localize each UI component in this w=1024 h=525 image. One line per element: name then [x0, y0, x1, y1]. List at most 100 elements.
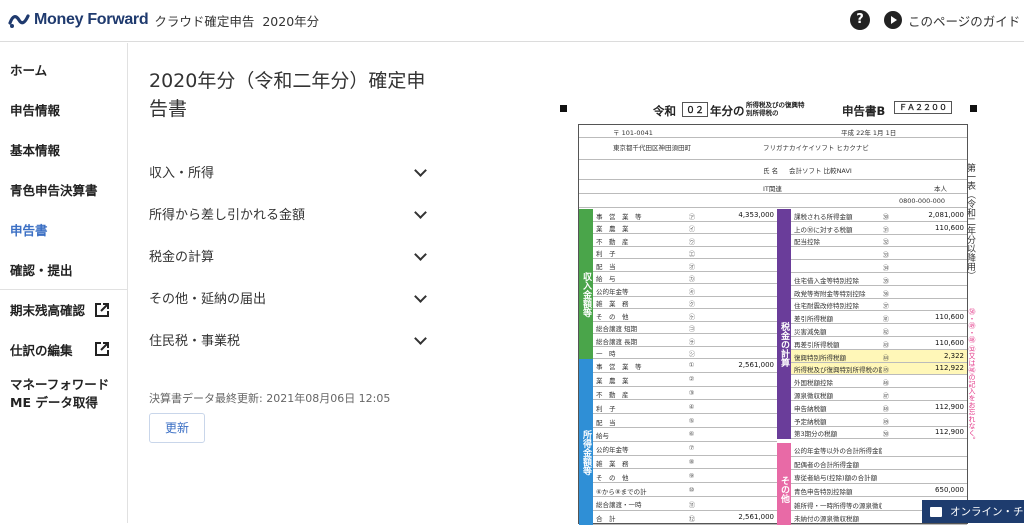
section-deductions[interactable]: 所得から差し引かれる金額 [149, 192, 429, 234]
form-line-row: 政党等寄附金等特別控除㊱ [791, 286, 967, 299]
tax-form-preview[interactable]: 令和 ０２ 年分の 所得税及びの復興特別所得税の 申告書B ＦＡ２２００ 〒 1… [556, 100, 982, 525]
form-line-row: 不 動 産㋒ [593, 234, 777, 247]
chevron-down-icon [414, 332, 427, 345]
form-line-row: 業 農 業 ② [593, 373, 777, 387]
form-line-row: 配当控除㉜ [791, 235, 967, 248]
form-line-label: 不 動 産 [596, 390, 629, 399]
sidebar-item-blue-return[interactable]: 青色申告決算書 [0, 169, 127, 209]
form-line-label: 第3期分の税額 [794, 430, 838, 439]
product-name: クラウド確定申告 [154, 13, 255, 29]
sidebar-item-home[interactable]: ホーム [0, 49, 127, 89]
form-line-marker: ⑪ [688, 501, 696, 510]
form-line-amount[interactable] [700, 403, 774, 415]
form-line-row: ㉞ [791, 260, 967, 273]
tax-header-label: 税金の計算 [779, 321, 789, 367]
section-other[interactable]: その他・延納の届出 [149, 276, 429, 318]
form-line-amount[interactable] [700, 375, 774, 387]
form-line-amount[interactable] [700, 444, 774, 456]
form-line-row: 総合譲渡・一時 ⑪ [593, 497, 777, 511]
form-line-row: 業 農 業㋑ [593, 222, 777, 234]
form-line-amount[interactable] [894, 445, 964, 457]
page-guide-button[interactable]: このページのガイド [884, 10, 1020, 30]
sidebar-item-confirm-submit[interactable]: 確認・提出 [0, 249, 127, 289]
form-line-amount[interactable] [700, 499, 774, 511]
sidebar-item-tax-return[interactable]: 申告書 [0, 209, 127, 249]
form-line-row: 外国税額控除㊻ [791, 375, 967, 389]
form-code: ＦＡ２２００ [894, 101, 952, 114]
phone-value: 0800-000-000 [899, 197, 946, 205]
form-line-label: 合 計 [596, 515, 616, 524]
form-line-amount[interactable] [894, 459, 964, 471]
form-line-amount[interactable] [700, 458, 774, 470]
section-tax-calc[interactable]: 税金の計算 [149, 234, 429, 276]
online-chat-button[interactable]: オンライン・チ [922, 500, 1024, 523]
form-line-row: 事 営 業 等㋐ 4,353,000 [593, 209, 777, 222]
form-line-amount[interactable] [700, 472, 774, 484]
form-line-row: 予定納税額㊾ [791, 414, 967, 427]
address-value: 東京都千代田区神田須田町 [613, 144, 691, 152]
form-line-row: 配 当 ⑤ [593, 414, 777, 428]
income-header-label: 収入金額等 [581, 271, 591, 317]
shotoku-column-header: 所得金額等 [579, 359, 593, 525]
last-updated-text: 決算書データ最終更新: 2021年08月06日 12:05 [149, 392, 391, 405]
sidebar-item-basic-info[interactable]: 基本情報 [0, 129, 127, 169]
form-line-marker: ① [688, 361, 695, 370]
money-forward-logo-icon [8, 9, 30, 31]
form-year: ０２ [682, 102, 709, 117]
shotoku-header-label: 所得金額等 [581, 429, 591, 475]
form-line-row: 申告納税額㊽ 112,900 [791, 401, 967, 414]
form-title: 令和 ０２ 年分の 所得税及びの復興特別所得税の 申告書B ＦＡ２２００ [556, 100, 982, 122]
form-line-amount[interactable] [700, 389, 774, 401]
top-header: Money Forward クラウド確定申告 2020年分 ? このページのガイ… [0, 0, 1024, 42]
main-panel: 2020年分（令和二年分）確定申告書 収入・所得 所得から差し引かれる金額 税金… [129, 43, 549, 523]
other-header-label: その他 [779, 475, 789, 503]
sidebar-item-me-data[interactable]: マネーフォワード ME データ取得 [0, 369, 120, 419]
form-line-row: 公的年金等 ⑦ [593, 442, 777, 456]
form-line-label: 給与 [596, 432, 609, 441]
form-line-amount[interactable]: 650,000 [894, 486, 964, 498]
form-side-label: 第一表（令和二年分以降用） [965, 162, 975, 280]
form-line-row: 事 営 業 等 ① 2,561,000 [593, 359, 777, 373]
form-line-amount[interactable]: 2,561,000 [700, 513, 774, 525]
form-line-amount[interactable] [700, 417, 774, 429]
form-line-marker: ④ [688, 402, 695, 411]
form-line-row: 住宅耐震改修特別控除㊲ [791, 299, 967, 312]
form-line-label: ⑥から⑧までの計 [596, 487, 647, 496]
form-line-row: 不 動 産 ③ [593, 387, 777, 401]
form-line-amount[interactable]: 2,561,000 [700, 361, 774, 373]
form-line-row: 課税される所得金額㉚ 2,081,000 [791, 209, 967, 222]
form-line-amount[interactable]: 112,900 [894, 428, 964, 440]
form-line-row: ㉝ [791, 247, 967, 261]
sidebar-item-label: ホーム [10, 62, 48, 78]
sidebar-item-balance-check[interactable]: 期末残高確認 [0, 289, 127, 329]
form-line-row: そ の 他 ⑨ [593, 469, 777, 484]
form-year-suffix: 年分の [710, 104, 745, 118]
fiscal-year: 2020年分 [262, 13, 320, 29]
name-row: 氏 名 会計ソフト 比較NAVI [579, 160, 967, 180]
section-income[interactable]: 収入・所得 [149, 150, 429, 192]
form-line-marker: ⑨ [688, 471, 695, 480]
refresh-button[interactable]: 更新 [149, 413, 205, 443]
form-line-marker: ㊿ [882, 430, 890, 439]
form-line-label: 配 当 [596, 418, 616, 427]
question-circle-icon[interactable]: ? [850, 10, 870, 30]
form-line-amount[interactable] [700, 430, 774, 442]
form-line-row: 復興特別所得税額㊹ 2,322 [791, 349, 967, 363]
form-line-label: 公的年金等以外の合計所得金額 [794, 447, 882, 456]
form-line-amount[interactable] [894, 472, 964, 484]
form-side-note: ㊿・㊾・㊽ ㉜又は㊻の記入をお忘れなく。 [968, 308, 976, 444]
form-line-marker: ⑤ [688, 416, 695, 425]
brand[interactable]: Money Forward クラウド確定申告 2020年分 [8, 8, 319, 32]
form-line-amount[interactable] [700, 486, 774, 498]
form-line-label: 雑所得・一時所得等の源泉徴収税額 [794, 501, 882, 510]
section-resident-tax[interactable]: 住民税・事業税 [149, 318, 429, 360]
sidebar-item-filing-info[interactable]: 申告情報 [0, 89, 127, 129]
address-row: 東京都千代田区神田須田町 フリガナ カイケイソフト ヒカクナビ [579, 138, 967, 160]
sidebar-item-label: 申告情報 [10, 102, 61, 118]
form-line-marker: ⑧ [688, 457, 695, 466]
form-era: 令和 [653, 104, 676, 118]
form-line-row: ⑥から⑧までの計 ⑩ [593, 483, 777, 497]
sidebar-item-journal-edit[interactable]: 仕訳の編集 [0, 329, 127, 369]
form-line-label: 雑 業 務 [596, 459, 629, 468]
sidebar-item-label: マネーフォワード ME データ取得 [10, 377, 110, 410]
